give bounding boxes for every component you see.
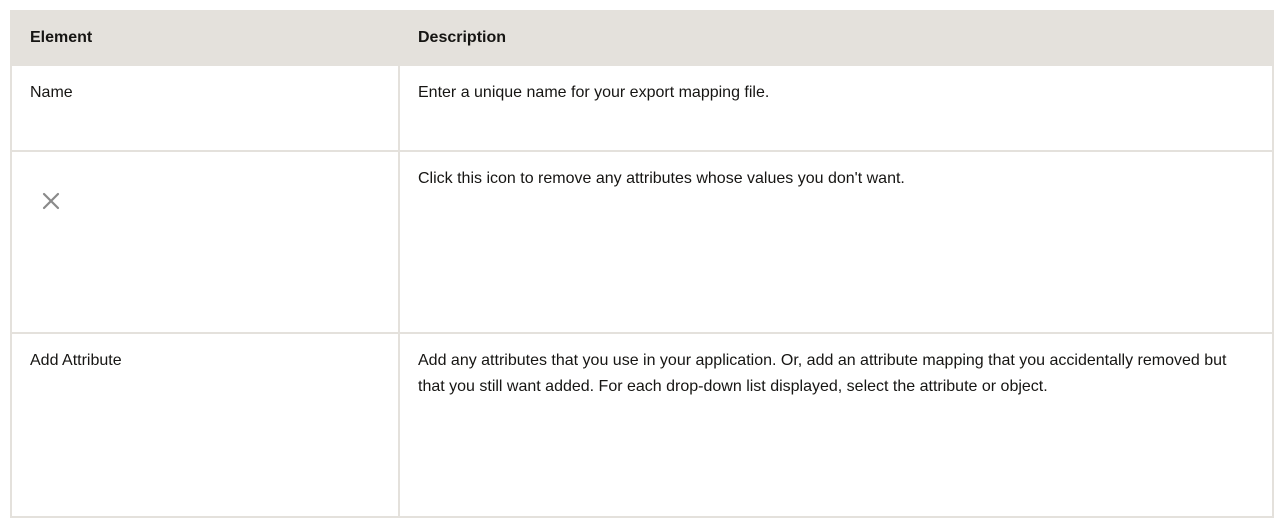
cell-element-add-attribute: Add Attribute [10, 332, 400, 518]
cell-description-add-attribute: Add any attributes that you use in your … [398, 332, 1274, 518]
header-description: Description [398, 10, 1274, 66]
cell-element-name: Name [10, 64, 400, 152]
header-element: Element [10, 10, 400, 66]
cell-description-remove-icon: Click this icon to remove any attributes… [398, 150, 1274, 334]
cell-description-name: Enter a unique name for your export mapp… [398, 64, 1274, 152]
table-row-add-attribute: Add Attribute Add any attributes that yo… [10, 332, 1274, 518]
table-row-name: Name Enter a unique name for your export… [10, 64, 1274, 152]
element-description-table-wrapper: Element Description Name Enter a unique … [10, 10, 1274, 518]
cell-element-remove-icon [10, 150, 400, 334]
element-description-table: Element Description Name Enter a unique … [10, 10, 1274, 518]
table-header-row: Element Description [10, 10, 1274, 66]
table-row-remove-icon: Click this icon to remove any attributes… [10, 150, 1274, 334]
close-icon [42, 192, 60, 219]
